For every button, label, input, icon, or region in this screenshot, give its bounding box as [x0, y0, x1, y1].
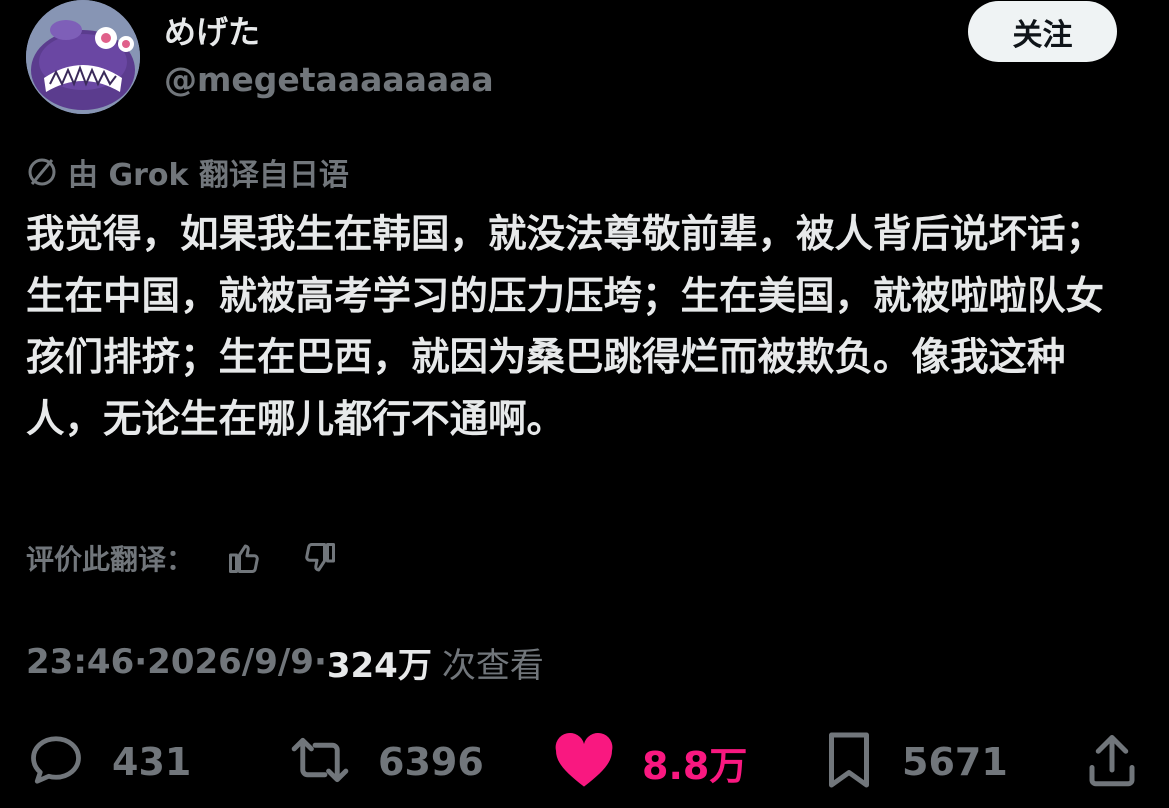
views-count: 324万	[326, 645, 432, 686]
tweet-meta: 23:46 · 2026/9/9 · 324万 次查看	[26, 640, 544, 686]
author-display-name[interactable]: めげた	[164, 12, 260, 52]
translation-label: 由 Grok 翻译自日语	[68, 158, 349, 193]
share-icon	[1084, 730, 1140, 794]
thumbs-up-icon[interactable]	[222, 536, 266, 580]
rate-translation-label: 评价此翻译：	[26, 543, 195, 576]
meta-separator: ·	[134, 642, 148, 682]
retweet-count: 6396	[378, 740, 484, 784]
like-count: 8.8万	[642, 743, 748, 788]
reply-count: 431	[112, 740, 192, 784]
tweet-text: 我觉得，如果我生在韩国，就没法尊敬前辈，被人背后说坏话；生在中国，就被高考学习的…	[26, 212, 1105, 442]
translation-notice[interactable]: 由 Grok 翻译自日语	[26, 152, 349, 193]
grok-slash-icon	[26, 156, 58, 188]
meta-separator-2: ·	[313, 642, 327, 682]
bookmark-button[interactable]: 5671	[822, 730, 1008, 794]
reply-icon	[26, 730, 86, 794]
bookmark-count: 5671	[902, 740, 1008, 784]
action-bar: 431 6396 8.8万 5671	[0, 730, 1169, 794]
retweet-button[interactable]: 6396	[288, 730, 484, 794]
rate-translation: 评价此翻译：	[26, 536, 342, 580]
tweet-time[interactable]: 23:46	[26, 642, 134, 682]
bookmark-icon	[822, 730, 876, 794]
reply-button[interactable]: 431	[26, 730, 191, 794]
avatar[interactable]	[26, 0, 140, 114]
follow-button[interactable]: 关注	[968, 1, 1117, 62]
thumbs-down-icon[interactable]	[298, 536, 342, 580]
tweet-date[interactable]: 2026/9/9	[147, 642, 314, 682]
author-handle[interactable]: @megetaaaaaaaa	[164, 60, 494, 100]
share-button[interactable]	[1084, 730, 1140, 794]
heart-filled-icon	[552, 730, 616, 794]
views-label: 次查看	[441, 645, 544, 686]
retweet-icon	[288, 730, 352, 794]
cartoon-character-avatar-icon	[26, 0, 140, 114]
like-button[interactable]: 8.8万	[552, 730, 747, 794]
